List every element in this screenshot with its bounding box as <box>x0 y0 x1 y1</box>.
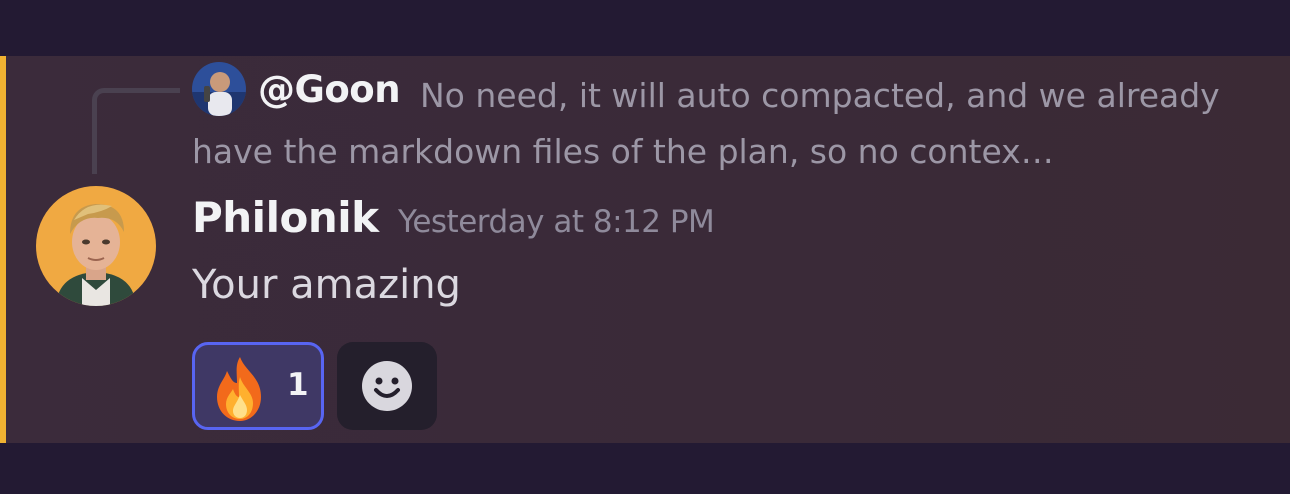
reply-spine <box>92 88 180 174</box>
chat-message[interactable]: No need, it will auto compacted, and we … <box>0 56 1290 443</box>
smile-icon <box>362 361 412 411</box>
author-name[interactable]: Philonik <box>192 193 379 242</box>
fire-icon <box>209 355 271 423</box>
mention-highlight-bar <box>0 56 6 443</box>
reply-mention[interactable]: @Goon <box>258 68 401 111</box>
author-avatar[interactable] <box>36 186 156 306</box>
reaction-fire[interactable]: 1 <box>192 342 324 430</box>
reaction-count: 1 <box>287 367 309 403</box>
message-content: Your amazing <box>192 262 461 308</box>
add-reaction-button[interactable] <box>337 342 437 430</box>
message-timestamp: Yesterday at 8:12 PM <box>398 204 715 240</box>
